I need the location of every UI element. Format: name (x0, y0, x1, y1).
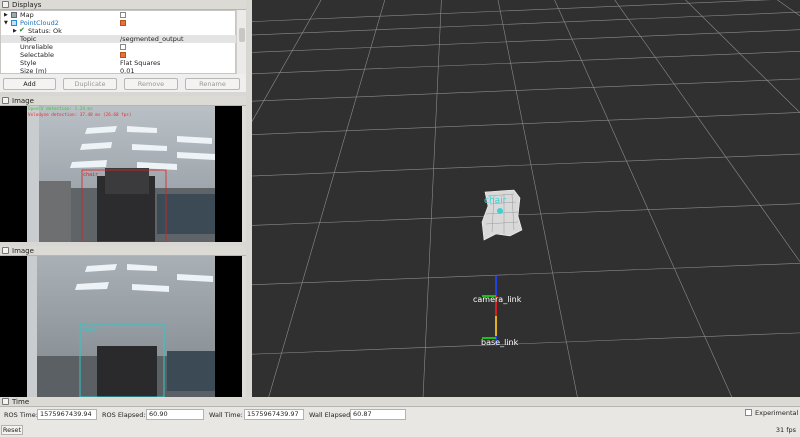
pointcloud-enable-checkbox[interactable] (120, 20, 126, 26)
ros-elapsed-label: ROS Elapsed: (102, 411, 146, 419)
selectable-checkbox[interactable] (120, 52, 126, 58)
checkmark-icon: ✔ (19, 26, 25, 34)
overlay-velodyne-text: Velodyne detection: 37.48 ms (26.68 fps) (28, 112, 131, 118)
displays-header: Displays (0, 0, 246, 10)
image-panel-2: Image chair (0, 246, 246, 397)
image-panel-header: Image (0, 96, 246, 106)
tree-row-unreliable[interactable]: Unreliable (1, 43, 237, 51)
base-link-label: base_link (481, 338, 519, 347)
tree-row-size[interactable]: Size (m) 0.01 (1, 67, 237, 75)
tree-row-style[interactable]: Style Flat Squares (1, 59, 237, 67)
experimental-label: Experimental (755, 409, 799, 417)
map-enable-checkbox[interactable] (120, 12, 126, 18)
grid-line (252, 50, 800, 75)
panel-icon (2, 97, 9, 104)
tree-scrollbar[interactable] (236, 10, 246, 74)
ros-time-field[interactable]: 1575967439.94 (37, 409, 97, 420)
grid-line (252, 29, 800, 53)
image-panel-title: Image (12, 96, 34, 105)
camera-image-detection: chair (27, 256, 215, 397)
camera-link-frame: camera_link (473, 276, 522, 316)
time-title: Time (12, 397, 30, 406)
grid-line (252, 0, 452, 397)
grid-line (252, 262, 800, 286)
image-view-1[interactable]: chair OpenCV detection: 1.24 ms Velodyne… (0, 106, 242, 242)
experimental-checkbox[interactable] (745, 409, 752, 416)
displays-tree[interactable]: ▶ Map ▼ PointCloud2 ▶ ✔ Status: Ok Topic… (0, 10, 237, 75)
tree-row-label: Size (m) (20, 67, 47, 75)
ros-time-label: ROS Time: (4, 411, 38, 419)
base-link-frame: base_link (481, 316, 519, 347)
grid-line (252, 332, 800, 355)
wall-elapsed-field[interactable]: 60.87 (350, 409, 406, 420)
point-cloud-cluster: chair (481, 189, 523, 241)
image-panel-title: Image (12, 246, 34, 255)
displays-title: Displays (12, 0, 42, 9)
reset-button[interactable]: Reset (1, 425, 23, 435)
scrollbar-thumb[interactable] (239, 28, 245, 42)
tree-row-pointcloud2[interactable]: ▼ PointCloud2 (1, 19, 237, 27)
panel-icon (2, 1, 9, 8)
add-button[interactable]: Add (3, 78, 56, 90)
ground-grid (252, 0, 800, 397)
camera-image-detection: chair OpenCV detection: 1.24 ms Velodyne… (27, 106, 215, 242)
tree-row-status[interactable]: ▶ ✔ Status: Ok (1, 26, 237, 35)
camera-link-label: camera_link (473, 295, 522, 304)
tree-row-label: Status: Ok (28, 27, 62, 35)
size-value[interactable]: 0.01 (120, 67, 134, 75)
tree-row-label: PointCloud2 (20, 19, 59, 27)
tree-row-label: Unreliable (20, 43, 53, 51)
unreliable-checkbox[interactable] (120, 44, 126, 50)
grid-line (252, 0, 322, 122)
displays-button-row: Add Duplicate Remove Rename (0, 78, 246, 92)
detection-label: chair (83, 172, 98, 178)
collapse-arrow-icon[interactable]: ▼ (4, 19, 8, 27)
tree-row-label: Map (20, 11, 34, 19)
wall-elapsed-label: Wall Elapsed: (309, 411, 353, 419)
tree-row-topic[interactable]: Topic /segmented_output (1, 35, 237, 43)
topic-value[interactable]: /segmented_output (120, 35, 184, 43)
map-icon (11, 12, 17, 18)
cluster-label: chair (484, 196, 507, 206)
duplicate-button[interactable]: Duplicate (63, 78, 117, 90)
fps-readout: 31 fps (775, 426, 796, 434)
time-panel: Time ROS Time: 1575967439.94 ROS Elapsed… (0, 397, 800, 437)
detection-label: chair (82, 327, 100, 334)
overlay-opencv-text: OpenCV detection: 1.24 ms (28, 106, 93, 112)
grid-line (252, 112, 800, 135)
tree-row-label: Selectable (20, 51, 54, 59)
image-panel-1: Image chair OpenCV detection: 1.24 ms Ve… (0, 96, 246, 246)
image-panel-header: Image (0, 246, 246, 256)
tree-row-label: Style (20, 59, 37, 67)
grid-line (422, 0, 442, 397)
remove-button[interactable]: Remove (124, 78, 178, 90)
image-view-2[interactable]: chair (0, 256, 242, 397)
grid-line (268, 0, 386, 397)
rviz-3d-view[interactable]: chair camera_link base_link (252, 0, 800, 397)
pointcloud-icon (11, 20, 17, 26)
displays-panel: Displays ▶ Map ▼ PointCloud2 ▶ ✔ Status:… (0, 0, 246, 92)
tree-row-selectable[interactable]: Selectable (1, 51, 237, 59)
tree-row-label: Topic (20, 35, 37, 43)
panel-icon (2, 247, 9, 254)
wall-time-field[interactable]: 1575967439.97 (244, 409, 304, 420)
expand-arrow-icon[interactable]: ▶ (13, 27, 17, 35)
grid-line (252, 0, 452, 397)
grid-line (252, 153, 800, 177)
rename-button[interactable]: Rename (185, 78, 240, 90)
wall-time-label: Wall Time: (209, 411, 243, 419)
grid-line (252, 203, 800, 226)
expand-arrow-icon[interactable]: ▶ (4, 11, 8, 19)
ros-elapsed-field[interactable]: 60.90 (146, 409, 204, 420)
grid-line (252, 0, 772, 22)
grid-scene: chair camera_link base_link (252, 0, 800, 397)
clock-icon (2, 398, 9, 405)
tree-row-map[interactable]: ▶ Map (1, 11, 237, 19)
style-value[interactable]: Flat Squares (120, 59, 160, 67)
grid-line (252, 78, 800, 102)
time-header: Time (0, 397, 800, 407)
grid-line (252, 0, 452, 397)
